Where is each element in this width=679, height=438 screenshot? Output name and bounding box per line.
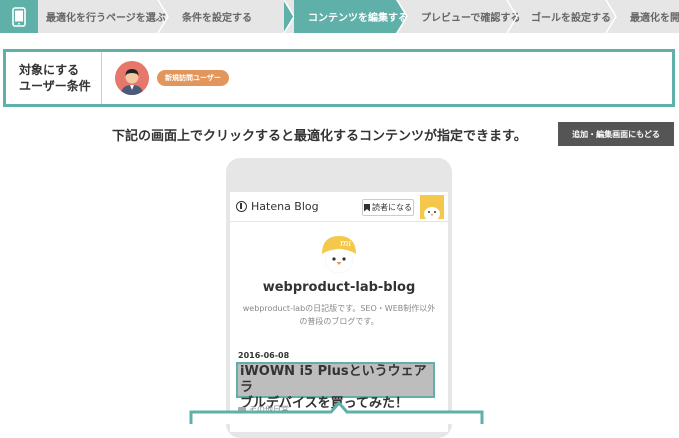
condition-label-line2: ユーザー条件 [19, 79, 91, 93]
blog-avatar-icon: mi [318, 232, 360, 274]
post-title-selected[interactable]: iWOWN i5 Plusというウェアラ ブルデバイスを買ってみた！ [236, 362, 435, 411]
step-edit-content[interactable]: コンテンツを編集する [294, 0, 408, 33]
post-category[interactable]: その他日常 [238, 404, 289, 415]
user-segment-badge: 新規訪問ユーザー [157, 70, 229, 86]
step-label: ゴールを設定する [531, 13, 611, 24]
condition-label-line1: 対象にする [19, 63, 80, 77]
step-start-optimization[interactable]: 最適化を開始する [616, 0, 679, 33]
post-date: 2016-06-08 [238, 351, 290, 360]
blog-description-line1: webproduct-labの日記版です。SEO・WEB制作以外 [242, 304, 436, 313]
condition-label: 対象にする ユーザー条件 [6, 52, 102, 104]
step-set-goal[interactable]: ゴールを設定する [517, 0, 617, 33]
instruction-text: 下記の画面上でクリックすると最適化するコンテンツが指定できます。 [112, 129, 527, 144]
folder-icon [238, 406, 246, 413]
step-set-conditions[interactable]: 条件を設定する [168, 0, 295, 33]
svg-text:mi: mi [340, 239, 352, 249]
subscribe-button[interactable]: 読者になる [362, 199, 414, 216]
preview-screen[interactable]: Hatena Blog 読者になる mi webproduct-lab-blog… [230, 192, 448, 432]
hatena-logo-icon [236, 201, 247, 212]
step-label: 最適化を開始する [630, 13, 679, 24]
blog-title[interactable]: webproduct-lab-blog [230, 280, 448, 295]
step-label: 最適化を行うページを選ぶ [46, 13, 166, 24]
step-label: コンテンツを編集する [308, 13, 408, 24]
blog-header: Hatena Blog 読者になる [230, 192, 448, 222]
step-select-page[interactable]: 最適化を行うページを選ぶ [38, 0, 169, 33]
bookmark-icon [364, 203, 370, 212]
device-tab[interactable] [0, 0, 38, 33]
blog-mini-avatar-icon[interactable] [420, 195, 444, 219]
post-title-line1: iWOWN i5 Plusというウェアラ [240, 364, 427, 395]
blog-description: webproduct-labの日記版です。SEO・WEB制作以外 の普段のブログ… [236, 302, 442, 328]
step-preview[interactable]: プレビューで確認する [407, 0, 520, 33]
blog-description-line2: の普段のブログです。 [299, 317, 379, 326]
smartphone-icon [12, 6, 26, 27]
hatena-logo-text: Hatena Blog [251, 200, 319, 213]
user-condition-panel: 対象にする ユーザー条件 新規訪問ユーザー [3, 49, 675, 107]
step-bar: 最適化を行うページを選ぶ 条件を設定する コンテンツを編集する プレビューで確認… [0, 0, 679, 33]
subscribe-label: 読者になる [372, 203, 412, 212]
hatena-logo[interactable]: Hatena Blog [236, 200, 319, 213]
post-category-label: その他日常 [249, 405, 289, 414]
back-to-edit-button[interactable]: 追加・編集画面にもどる [558, 122, 674, 146]
step-label: 条件を設定する [182, 13, 252, 24]
user-avatar-icon [115, 61, 149, 95]
